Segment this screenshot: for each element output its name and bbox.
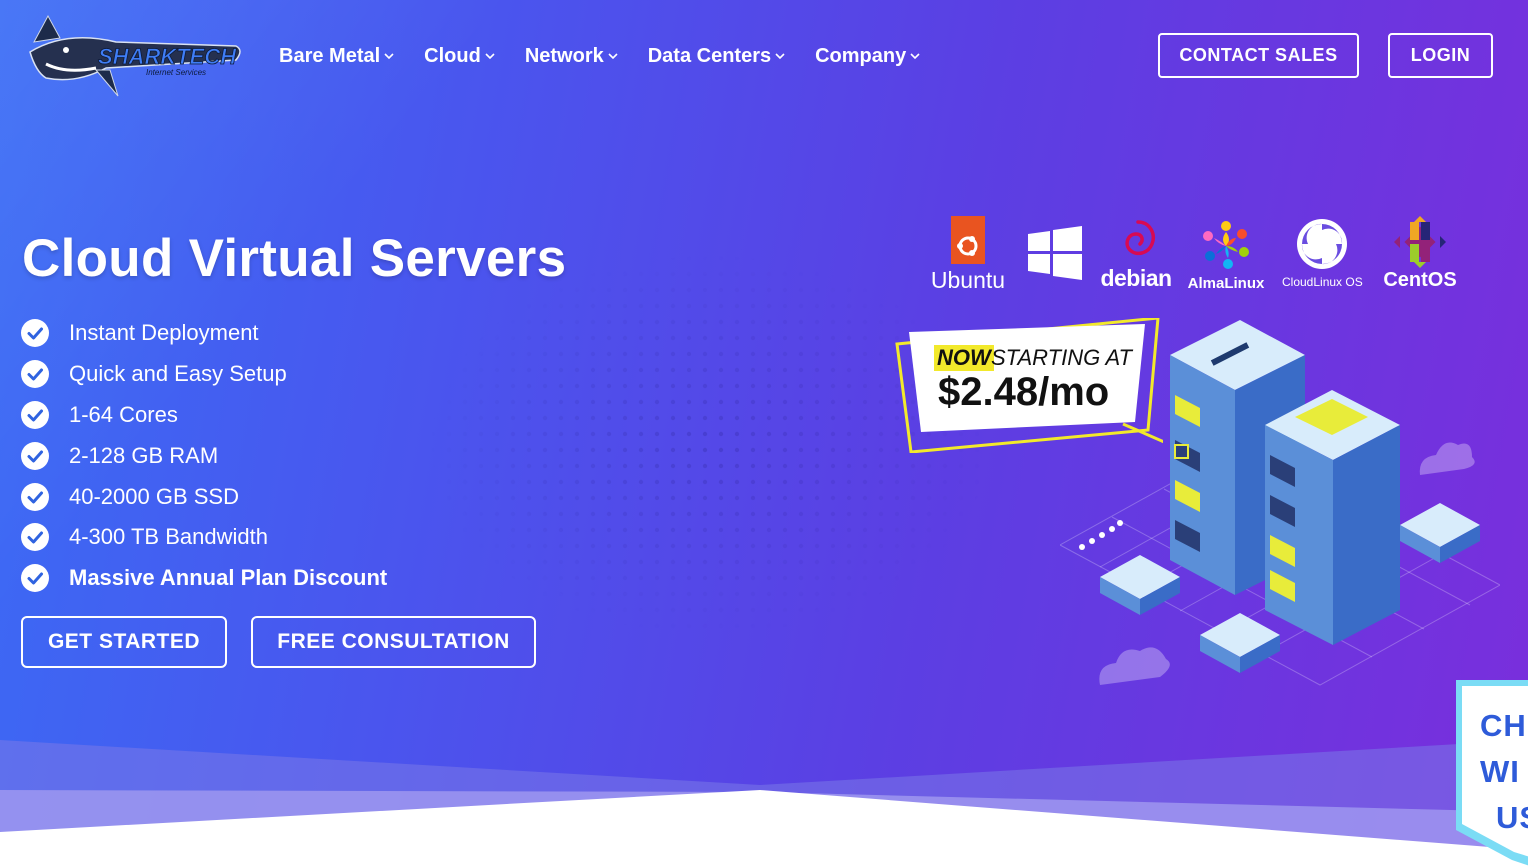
nav-label: Data Centers (647, 44, 772, 67)
nav-company[interactable]: Company (815, 42, 920, 70)
check-circle-icon (21, 441, 49, 470)
badge-line: US (1496, 800, 1528, 835)
os-label: Ubuntu (930, 267, 1006, 293)
os-cloudlinux: CloudLinux OS (1282, 216, 1363, 289)
list-item: Quick and Easy Setup (21, 354, 387, 395)
centos-icon (1394, 216, 1446, 268)
os-windows (1028, 226, 1082, 285)
feature-label: Quick and Easy Setup (69, 361, 287, 387)
os-almalinux: AlmaLinux (1186, 216, 1266, 292)
chevron-down-icon (485, 53, 495, 60)
check-circle-icon (21, 482, 49, 511)
almalinux-icon (1203, 221, 1249, 269)
cloud-icon (1419, 442, 1475, 475)
list-item: 2-128 GB RAM (21, 435, 387, 476)
main-nav: Bare Metal Cloud Network Data Centers Co… (279, 42, 950, 70)
server-tower-right (1265, 390, 1400, 645)
os-label: debian (1100, 265, 1172, 291)
sharktech-logo[interactable]: SHARKTECH Internet Services (26, 12, 246, 100)
server-illustration (1060, 320, 1500, 686)
nav-label: Network (524, 44, 604, 67)
bottom-wave (0, 740, 1528, 867)
chevron-down-icon (910, 53, 920, 60)
feature-list: Instant Deployment Quick and Easy Setup … (21, 313, 387, 599)
chevron-down-icon (608, 53, 618, 60)
os-centos: CentOS (1378, 216, 1462, 292)
nav-label: Company (815, 44, 907, 67)
feature-label: Instant Deployment (69, 320, 259, 346)
list-item: 1-64 Cores (21, 395, 387, 436)
feature-label: 4-300 TB Bandwidth (69, 524, 268, 550)
list-item: 40-2000 GB SSD (21, 476, 387, 517)
chevron-down-icon (775, 53, 785, 60)
os-label: CloudLinux OS (1282, 275, 1363, 289)
check-circle-icon (21, 523, 49, 552)
feature-label: 40-2000 GB SSD (69, 483, 239, 509)
check-circle-icon (21, 319, 49, 348)
hero-section: SHARKTECH Internet Services Bare Metal C… (0, 0, 1528, 867)
cloud-icon (1099, 647, 1170, 685)
badge-line: CH (1480, 708, 1527, 743)
nav-label: Bare Metal (279, 44, 381, 67)
badge-line: WI (1480, 754, 1520, 789)
shark-logo-icon: SHARKTECH Internet Services (29, 14, 241, 97)
os-label: AlmaLinux (1187, 275, 1265, 292)
cloudlinux-icon (1297, 219, 1347, 269)
dot-trail (1079, 520, 1123, 550)
os-debian: debian (1100, 216, 1172, 292)
chevron-down-icon (384, 53, 394, 60)
feature-label: 2-128 GB RAM (69, 442, 219, 468)
nav-network[interactable]: Network (525, 42, 618, 70)
ubuntu-icon (951, 216, 985, 264)
nav-label: Cloud (424, 44, 481, 67)
contact-sales-button[interactable]: CONTACT SALES (1158, 33, 1359, 78)
os-ubuntu: Ubuntu (926, 216, 1010, 294)
login-button[interactable]: LOGIN (1388, 33, 1493, 78)
windows-icon (1028, 226, 1082, 280)
debian-swirl-icon (1125, 220, 1155, 256)
list-item: 4-300 TB Bandwidth (21, 517, 387, 558)
page-title: Cloud Virtual Servers (22, 229, 567, 288)
nav-data-centers[interactable]: Data Centers (648, 42, 785, 70)
logo-tagline: Internet Services (146, 68, 206, 77)
feature-label: Massive Annual Plan Discount (69, 565, 388, 591)
feature-label: 1-64 Cores (69, 401, 178, 427)
logo-wordmark: SHARKTECH (98, 44, 237, 69)
check-circle-icon (21, 360, 49, 389)
check-circle-icon (21, 564, 49, 593)
list-item: Instant Deployment (21, 313, 387, 354)
nav-bare-metal[interactable]: Bare Metal (279, 42, 394, 70)
check-circle-icon (21, 400, 49, 429)
promo-now-label: NOW (934, 345, 994, 371)
free-consultation-button[interactable]: FREE CONSULTATION (251, 616, 536, 668)
get-started-button[interactable]: GET STARTED (21, 616, 227, 668)
os-label: CentOS (1383, 269, 1457, 291)
list-item: Massive Annual Plan Discount (21, 558, 387, 599)
nav-cloud[interactable]: Cloud (424, 42, 495, 70)
